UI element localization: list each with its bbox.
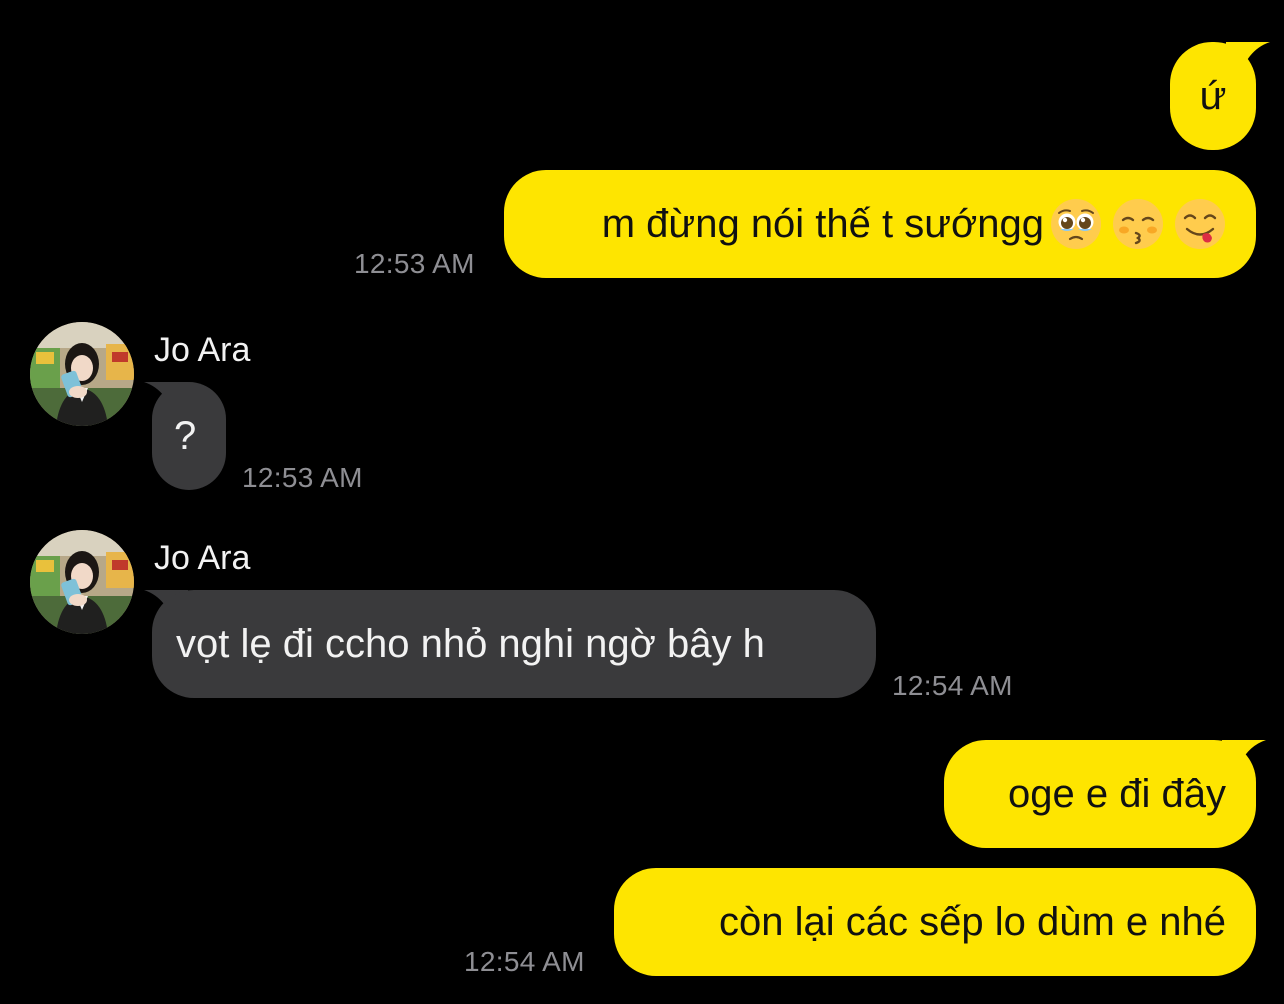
message-time: 12:53 AM: [354, 248, 475, 279]
message-bubble[interactable]: vọt lẹ đi ccho nhỏ nghi ngờ bây h: [152, 590, 876, 698]
message-bubble[interactable]: oge e đi đây: [944, 740, 1256, 848]
bubble-tail: [1222, 740, 1266, 780]
message-bubble[interactable]: còn lại các sếp lo dùm e nhé: [614, 868, 1256, 976]
yum-face-icon: [1174, 198, 1226, 250]
message-text: vọt lẹ đi ccho nhỏ nghi ngờ bây h: [176, 622, 765, 666]
sender-name: Jo Ara: [154, 331, 251, 369]
message-text: ?: [174, 414, 197, 458]
message-bubble[interactable]: ?: [152, 382, 226, 490]
message-time: 12:53 AM: [242, 462, 363, 493]
kissing-face-icon: [1112, 198, 1164, 250]
emoji-group: [1050, 198, 1226, 250]
message-text: oge e đi đây: [1008, 772, 1226, 816]
sender-name: Jo Ara: [154, 539, 251, 577]
avatar-photo: [30, 530, 134, 634]
message-text: m đừng nói thế t sướngg: [601, 202, 1044, 246]
message-text: ứ: [1199, 74, 1227, 118]
message-text: còn lại các sếp lo dùm e nhé: [719, 900, 1226, 944]
avatar[interactable]: [30, 530, 134, 634]
message-time: 12:54 AM: [892, 670, 1013, 701]
bubble-tail: [1226, 42, 1270, 82]
avatar-photo: [30, 322, 134, 426]
avatar[interactable]: [30, 322, 134, 426]
message-bubble[interactable]: m đừng nói thế t sướngg: [504, 170, 1256, 278]
pleading-face-icon: [1050, 198, 1102, 250]
message-time: 12:54 AM: [464, 946, 585, 977]
